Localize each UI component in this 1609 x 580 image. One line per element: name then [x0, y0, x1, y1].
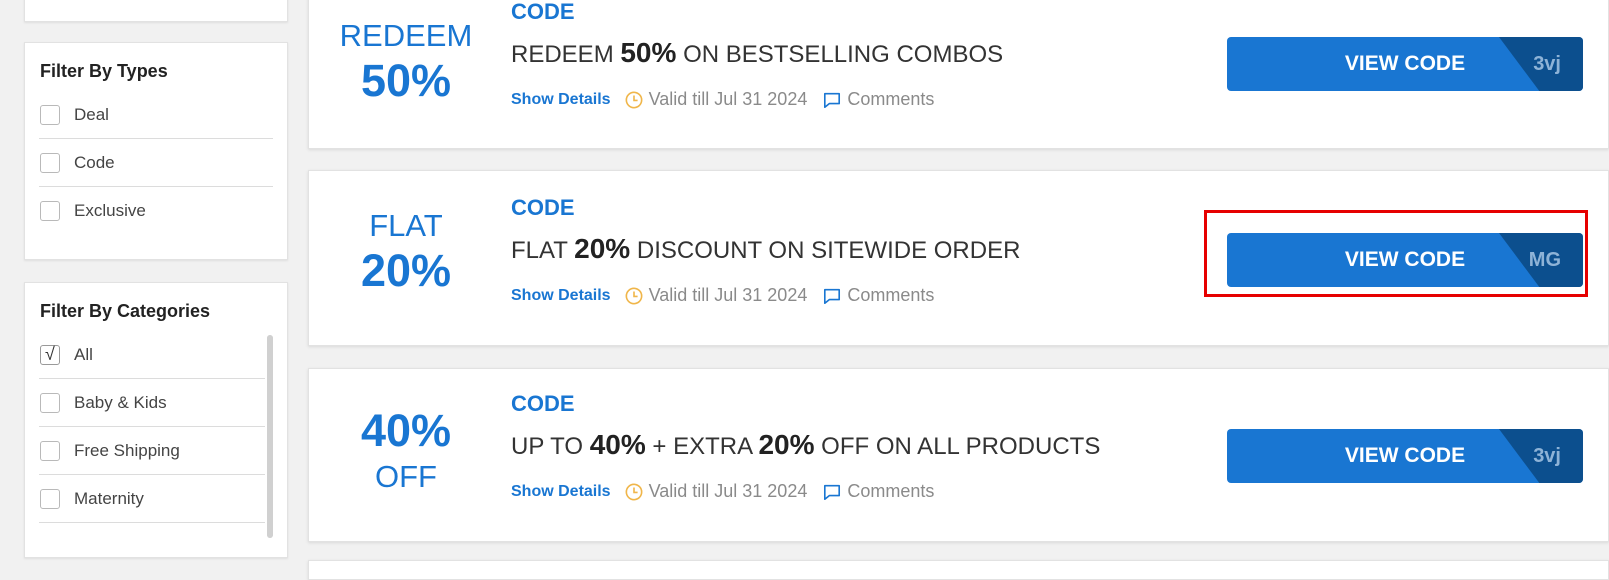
filter-category-all[interactable]: √ All	[39, 331, 265, 379]
coupon-badge: FLAT 20%	[331, 207, 481, 297]
coupon-card: 40% OFF CODE UP TO 40% + EXTRA 20% OFF O…	[308, 368, 1609, 542]
coupon-title: UP TO 40% + EXTRA 20% OFF ON ALL PRODUCT…	[511, 429, 1100, 461]
filter-category-baby-kids[interactable]: Baby & Kids	[39, 379, 265, 427]
comment-icon[interactable]	[823, 287, 841, 305]
coupon-title: REDEEM 50% ON BESTSELLING COMBOS	[511, 37, 1003, 69]
view-code-button[interactable]: 3vj VIEW CODE	[1227, 429, 1583, 483]
code-checkbox[interactable]	[40, 152, 60, 173]
filter-category-label: All	[74, 344, 93, 364]
comments-link[interactable]: Comments	[847, 481, 934, 502]
badge-line-1: FLAT	[369, 208, 443, 243]
comments-link[interactable]: Comments	[847, 89, 934, 110]
comments-link[interactable]: Comments	[847, 285, 934, 306]
coupon-badge: REDEEM 50%	[331, 17, 481, 107]
highlight-box	[1204, 210, 1588, 297]
coupon-title-pre: UP TO	[511, 433, 590, 460]
deal-checkbox[interactable]	[40, 104, 60, 125]
sidebar-panel-top	[24, 0, 288, 22]
filter-types-title: Filter By Types	[40, 61, 168, 81]
coupon-title-pre: FLAT	[511, 237, 575, 264]
coupon-title-pre: REDEEM	[511, 41, 621, 68]
maternity-checkbox[interactable]	[40, 488, 60, 509]
filter-type-label: Exclusive	[74, 201, 146, 220]
coupon-type: CODE	[511, 195, 575, 220]
coupon-title-post: ON BESTSELLING COMBOS	[676, 41, 1004, 68]
filter-category-label: Baby & Kids	[74, 392, 167, 412]
filter-type-deal[interactable]: Deal	[39, 91, 273, 139]
coupon-meta: Show Details Valid till Jul 31 2024 Comm…	[511, 285, 934, 306]
coupon-title-mid: + EXTRA	[645, 433, 759, 460]
comment-icon[interactable]	[823, 483, 841, 501]
coupon-title-post: OFF ON ALL PRODUCTS	[814, 433, 1101, 460]
clock-icon	[625, 287, 643, 304]
filter-category-label: Maternity	[74, 488, 144, 508]
coupon-badge: 40% OFF	[331, 405, 481, 497]
filter-type-exclusive[interactable]: Exclusive	[39, 187, 273, 235]
coupon-card: REDEEM 50% CODE REDEEM 50% ON BESTSELLIN…	[308, 0, 1609, 149]
coupon-title-bold: 40%	[589, 429, 646, 460]
coupon-meta: Show Details Valid till Jul 31 2024 Comm…	[511, 481, 934, 502]
view-code-label: VIEW CODE	[1344, 52, 1466, 75]
coupon-title-bold: 20%	[574, 233, 631, 264]
baby-kids-checkbox[interactable]	[40, 392, 60, 413]
free-shipping-checkbox[interactable]	[40, 440, 60, 461]
coupon-title-post: DISCOUNT ON SITEWIDE ORDER	[630, 237, 1021, 264]
valid-till: Valid till Jul 31 2024	[648, 481, 808, 501]
badge-line-2: OFF	[375, 459, 437, 494]
clock-icon	[625, 483, 643, 500]
comment-icon[interactable]	[823, 91, 841, 109]
filter-by-categories-panel: Filter By Categories √ All Baby & Kids F…	[24, 282, 288, 558]
show-details-link[interactable]: Show Details	[511, 287, 611, 305]
filter-types-list: Deal Code Exclusive	[39, 91, 273, 235]
filter-type-label: Code	[74, 152, 115, 172]
badge-line-1: REDEEM	[339, 18, 473, 53]
checkmark-icon: √	[45, 344, 55, 364]
filter-category-label: Free Shipping	[74, 440, 180, 460]
filter-categories-title: Filter By Categories	[40, 301, 211, 321]
filter-category-free-shipping[interactable]: Free Shipping	[39, 427, 265, 475]
valid-till: Valid till Jul 31 2024	[648, 89, 808, 109]
show-details-link[interactable]: Show Details	[511, 91, 611, 109]
filter-by-types-panel: Filter By Types Deal Code Exclusive	[24, 42, 288, 260]
filter-type-code[interactable]: Code	[39, 139, 273, 187]
coupon-meta: Show Details Valid till Jul 31 2024 Comm…	[511, 89, 934, 110]
clock-icon	[625, 91, 643, 108]
view-code-button[interactable]: 3vj VIEW CODE	[1227, 37, 1583, 91]
coupon-type: CODE	[511, 391, 575, 416]
coupon-title-bold-2: 20%	[758, 429, 815, 460]
scrollbar-thumb[interactable]	[267, 335, 273, 538]
exclusive-checkbox[interactable]	[40, 201, 60, 221]
categories-scrollbar[interactable]	[267, 335, 273, 538]
valid-till: Valid till Jul 31 2024	[648, 285, 808, 305]
coupon-card-partial	[308, 560, 1609, 580]
coupon-type: CODE	[511, 0, 575, 24]
all-checkbox[interactable]: √	[40, 344, 60, 365]
filter-category-maternity[interactable]: Maternity	[39, 475, 265, 523]
filter-type-label: Deal	[74, 104, 109, 124]
show-details-link[interactable]: Show Details	[511, 483, 611, 501]
coupon-title-bold: 50%	[620, 37, 677, 68]
coupon-title: FLAT 20% DISCOUNT ON SITEWIDE ORDER	[511, 233, 1020, 265]
filter-categories-list: √ All Baby & Kids Free Shipping Maternit…	[39, 331, 265, 523]
badge-line-1: 40%	[360, 405, 452, 456]
badge-line-2: 20%	[360, 245, 452, 296]
badge-line-2: 50%	[360, 55, 452, 106]
view-code-label: VIEW CODE	[1344, 444, 1466, 467]
